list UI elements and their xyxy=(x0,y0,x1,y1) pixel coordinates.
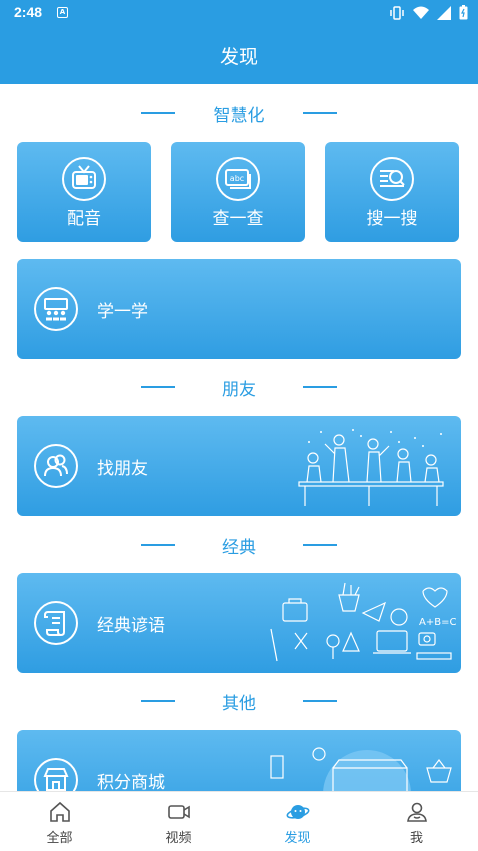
learn-card[interactable]: 学一学 xyxy=(17,259,461,359)
status-bar: 2:48 A xyxy=(0,0,478,26)
section-title: 朋友 xyxy=(222,380,256,400)
tab-label: 发现 xyxy=(284,831,311,846)
tv-icon xyxy=(62,157,106,201)
section-title: 经典 xyxy=(222,538,256,558)
tab-label: 我 xyxy=(409,831,423,846)
tab-video[interactable]: 视频 xyxy=(119,792,238,851)
app-bar: 发现 xyxy=(0,26,478,84)
school-supplies-illustration: A+B=C xyxy=(270,582,456,662)
section-other: 其他 xyxy=(0,686,478,716)
classic-proverbs-card[interactable]: 经典谚语 A+B=C xyxy=(17,573,461,673)
section-smart: 智慧化 xyxy=(0,98,478,128)
dubbing-card[interactable]: 配音 xyxy=(17,142,151,242)
divider-right xyxy=(303,544,337,546)
lookup-label: 查一查 xyxy=(212,209,264,229)
battery-icon xyxy=(459,5,468,20)
search-card[interactable]: 搜一搜 xyxy=(325,142,459,242)
abc-dictionary-icon: abc xyxy=(216,157,260,201)
notification-badge: A xyxy=(57,7,68,18)
tab-label: 全部 xyxy=(46,831,73,846)
scroll-icon xyxy=(34,601,78,645)
find-friends-card[interactable]: 找朋友 xyxy=(17,416,461,516)
dubbing-label: 配音 xyxy=(67,209,101,229)
signal-icon xyxy=(437,5,451,20)
learn-label: 学一学 xyxy=(97,302,148,322)
vibrate-icon xyxy=(390,5,404,20)
divider-right xyxy=(303,386,337,388)
section-title: 智慧化 xyxy=(213,106,265,126)
search-label: 搜一搜 xyxy=(366,209,418,229)
bottom-tab-bar: 全部 视频 发现 我 xyxy=(0,791,478,851)
divider-right xyxy=(303,112,337,114)
section-classic: 经典 xyxy=(0,530,478,560)
page-title: 发现 xyxy=(219,46,258,68)
tab-label: 视频 xyxy=(165,831,192,846)
tab-all[interactable]: 全部 xyxy=(0,792,119,851)
status-time: 2:48 xyxy=(14,4,43,20)
video-camera-icon xyxy=(168,805,190,819)
divider-right xyxy=(303,700,337,702)
section-title: 其他 xyxy=(222,694,256,714)
home-icon xyxy=(50,801,70,822)
group-illustration xyxy=(298,429,444,506)
lookup-card[interactable]: abc 查一查 xyxy=(171,142,305,242)
wifi-icon xyxy=(413,6,429,19)
tab-discover[interactable]: 发现 xyxy=(238,792,357,851)
section-friends: 朋友 xyxy=(0,372,478,402)
tab-me[interactable]: 我 xyxy=(357,792,476,851)
people-icon xyxy=(34,444,78,488)
points-mall-label: 积分商城 xyxy=(97,773,165,793)
search-list-icon xyxy=(370,157,414,201)
svg-text:A+B=C: A+B=C xyxy=(419,617,456,628)
planet-icon xyxy=(286,805,310,819)
classroom-icon xyxy=(34,287,78,331)
user-icon xyxy=(407,802,427,822)
find-friends-label: 找朋友 xyxy=(97,459,148,479)
status-icons xyxy=(389,5,468,20)
svg-text:abc: abc xyxy=(230,174,244,183)
classic-proverbs-label: 经典谚语 xyxy=(97,616,165,636)
